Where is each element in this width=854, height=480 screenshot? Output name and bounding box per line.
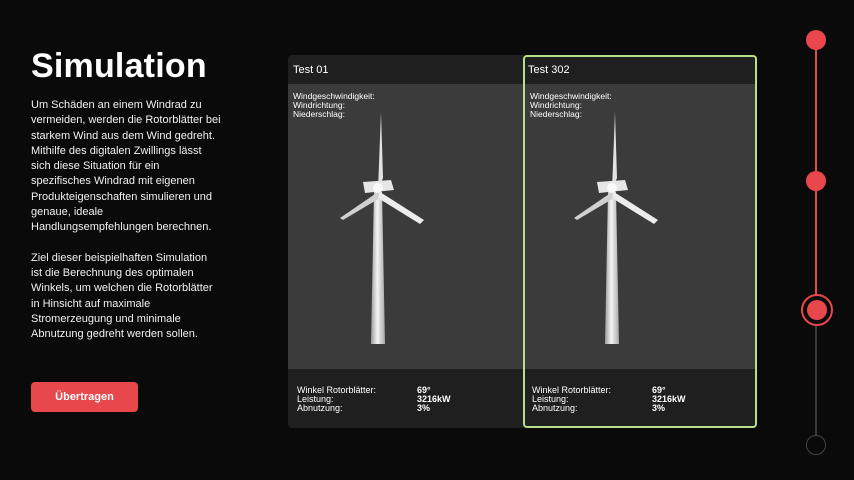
stat-value: 3% bbox=[417, 403, 431, 413]
stat-row: Abnutzung: 3% bbox=[297, 404, 451, 413]
timeline-step-4[interactable] bbox=[806, 435, 826, 455]
test-panel-1[interactable]: Test 01 Windgeschwindigkeit: Windrichtun… bbox=[288, 55, 524, 428]
result-stats: Winkel Rotorblätter: 69° Leistung: 3216k… bbox=[532, 386, 686, 413]
description-paragraph-1: Um Schäden an einem Windrad zu vermeiden… bbox=[31, 99, 221, 234]
stat-label: Abnutzung: bbox=[532, 403, 578, 413]
result-stats: Winkel Rotorblätter: 69° Leistung: 3216k… bbox=[297, 386, 451, 413]
timeline-step-3-inner bbox=[807, 300, 827, 320]
test-title: Test 01 bbox=[293, 64, 329, 76]
test-panel-2[interactable]: Test 302 Windgeschwindigkeit: Windrichtu… bbox=[523, 55, 757, 428]
stat-value: 3% bbox=[652, 403, 666, 413]
description: Um Schäden an einem Windrad zu vermeiden… bbox=[31, 98, 221, 357]
timeline-track bbox=[815, 40, 817, 445]
stat-label: Abnutzung: bbox=[297, 403, 343, 413]
turbine-viewport[interactable]: Windgeschwindigkeit: Windrichtung: Niede… bbox=[288, 84, 524, 369]
stat-row: Abnutzung: 3% bbox=[532, 404, 686, 413]
page-title: Simulation bbox=[31, 47, 207, 85]
wind-turbine-model bbox=[340, 112, 424, 344]
transfer-button[interactable]: Übertragen bbox=[31, 382, 138, 412]
timeline-step-2[interactable] bbox=[806, 171, 826, 191]
wind-turbine-model bbox=[574, 112, 658, 344]
turbine-viewport[interactable]: Windgeschwindigkeit: Windrichtung: Niede… bbox=[525, 84, 755, 369]
timeline-step-1[interactable] bbox=[806, 30, 826, 50]
test-title: Test 302 bbox=[528, 64, 570, 76]
description-paragraph-2: Ziel dieser beispielhaften Simulation is… bbox=[31, 251, 213, 341]
